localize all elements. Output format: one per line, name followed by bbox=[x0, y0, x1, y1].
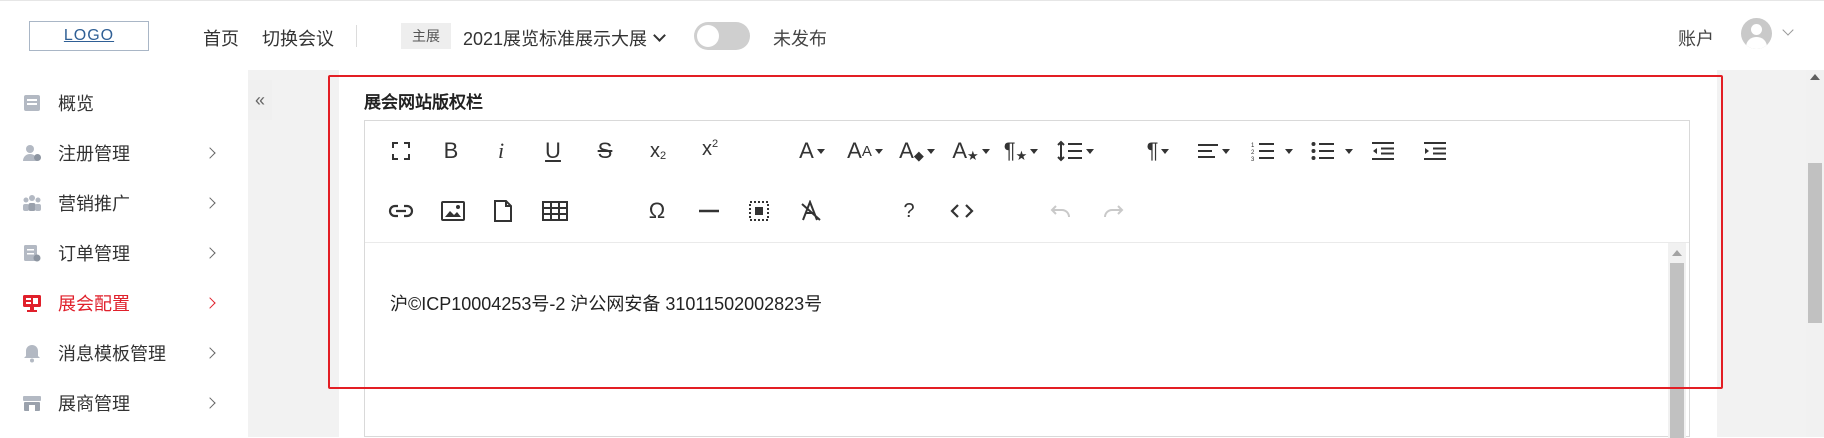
user-reg-icon bbox=[23, 145, 41, 161]
sidebar-item-label: 展会配置 bbox=[58, 294, 130, 314]
scroll-up-arrow-icon[interactable] bbox=[1672, 250, 1682, 256]
table-icon[interactable] bbox=[541, 196, 569, 226]
chevron-down-icon[interactable] bbox=[1782, 24, 1794, 36]
marketing-icon bbox=[23, 195, 41, 211]
sidebar-item-label: 营销推广 bbox=[58, 194, 130, 214]
nav-divider bbox=[356, 25, 357, 47]
nav-home-link[interactable]: 首页 bbox=[203, 25, 239, 51]
chevron-right-icon bbox=[204, 197, 216, 209]
nav-switch-meeting-link[interactable]: 切换会议 bbox=[262, 25, 334, 51]
bell-icon bbox=[24, 345, 40, 363]
store-icon bbox=[23, 396, 41, 411]
chevron-down-icon bbox=[653, 29, 666, 42]
align-dropdown[interactable] bbox=[1191, 136, 1235, 166]
sidebar-item-label: 展商管理 bbox=[58, 394, 130, 414]
sidebar-item-label: 消息模板管理 bbox=[58, 344, 166, 364]
sidebar-item-expo-config[interactable]: 展会配置 bbox=[0, 278, 248, 328]
chevron-right-icon bbox=[204, 297, 216, 309]
code-view-icon[interactable] bbox=[947, 196, 977, 226]
horizontal-line-icon[interactable] bbox=[695, 196, 723, 226]
help-icon[interactable]: ? bbox=[895, 196, 923, 226]
file-icon[interactable] bbox=[491, 196, 515, 226]
underline-icon[interactable]: U bbox=[541, 136, 565, 166]
publish-status: 未发布 bbox=[773, 29, 827, 49]
ordered-list-dropdown[interactable]: 123 bbox=[1247, 136, 1297, 166]
sidebar-item-orders[interactable]: 订单管理 bbox=[0, 228, 248, 278]
logo[interactable]: LOGO bbox=[29, 21, 149, 51]
scroll-up-arrow-icon[interactable] bbox=[1810, 74, 1820, 80]
sidebar-item-registration[interactable]: 注册管理 bbox=[0, 128, 248, 178]
unordered-list-dropdown[interactable] bbox=[1307, 136, 1357, 166]
indent-icon[interactable] bbox=[1421, 136, 1449, 166]
sidebar-item-label: 注册管理 bbox=[58, 144, 130, 164]
rich-text-editor: B i U S x2 x2 A AA A ◆ A ★ ¶ ★ ¶ 123 Ω ? bbox=[364, 120, 1690, 438]
sidebar-item-message-templates[interactable]: 消息模板管理 bbox=[0, 328, 248, 378]
publish-toggle[interactable] bbox=[694, 22, 750, 50]
highlight-color-dropdown[interactable]: A ★ bbox=[949, 136, 993, 166]
section-title: 展会网站版权栏 bbox=[364, 93, 483, 112]
undo-icon[interactable] bbox=[1047, 196, 1075, 226]
font-family-dropdown[interactable]: A bbox=[793, 136, 831, 166]
order-icon bbox=[24, 245, 41, 262]
chevron-right-icon bbox=[204, 397, 216, 409]
strikethrough-icon[interactable]: S bbox=[593, 136, 617, 166]
paragraph-style-dropdown[interactable]: ¶ ★ bbox=[999, 136, 1043, 166]
top-header: LOGO 首页 切换会议 主展 2021展览标准展示大展 未发布 账户 bbox=[0, 0, 1824, 70]
expo-name: 2021展览标准展示大展 bbox=[463, 29, 648, 49]
text-color-dropdown[interactable]: A ◆ bbox=[895, 136, 939, 166]
select-all-icon[interactable] bbox=[745, 196, 773, 226]
copyright-text[interactable]: 沪©ICP10004253号-2 沪公网安备 31011502002823号 bbox=[390, 290, 822, 316]
outdent-icon[interactable] bbox=[1369, 136, 1397, 166]
avatar-icon[interactable] bbox=[1741, 18, 1772, 49]
page-scrollbar-thumb[interactable] bbox=[1808, 163, 1822, 323]
subscript-icon[interactable]: x2 bbox=[643, 136, 673, 166]
chevron-right-icon bbox=[204, 347, 216, 359]
fullscreen-icon[interactable] bbox=[389, 136, 413, 166]
image-icon[interactable] bbox=[439, 196, 467, 226]
redo-icon[interactable] bbox=[1099, 196, 1127, 226]
svg-text:3: 3 bbox=[1251, 157, 1255, 161]
special-characters-icon[interactable]: Ω bbox=[643, 196, 671, 226]
sidebar: 概览 注册管理 营销推广 订单管理 展会配置 消息模板管理 展商管理 bbox=[0, 70, 248, 437]
overview-icon bbox=[24, 95, 40, 111]
editor-scrollbar-thumb[interactable] bbox=[1670, 263, 1684, 438]
svg-text:1: 1 bbox=[1251, 143, 1255, 149]
line-height-dropdown[interactable] bbox=[1053, 136, 1097, 166]
collapse-sidebar-button[interactable]: « bbox=[248, 80, 272, 120]
account-link[interactable]: 账户 bbox=[1678, 25, 1714, 51]
editor-content-area[interactable] bbox=[365, 243, 1665, 438]
monitor-config-icon bbox=[23, 295, 41, 312]
link-icon[interactable] bbox=[387, 196, 415, 226]
toggle-knob bbox=[697, 25, 719, 47]
italic-icon[interactable]: i bbox=[489, 136, 513, 166]
sidebar-item-label: 概览 bbox=[58, 94, 94, 114]
chevron-right-icon bbox=[204, 247, 216, 259]
bold-icon[interactable]: B bbox=[439, 136, 463, 166]
font-size-dropdown[interactable]: AA bbox=[843, 136, 887, 166]
paragraph-format-dropdown[interactable]: ¶ bbox=[1139, 136, 1177, 166]
sidebar-item-exhibitors[interactable]: 展商管理 bbox=[0, 378, 248, 428]
main-expo-tag: 主展 bbox=[401, 23, 451, 49]
sidebar-item-overview[interactable]: 概览 bbox=[0, 78, 248, 128]
sidebar-item-marketing[interactable]: 营销推广 bbox=[0, 178, 248, 228]
clear-formatting-icon[interactable] bbox=[797, 196, 825, 226]
sidebar-item-label: 订单管理 bbox=[58, 244, 130, 264]
chevron-right-icon bbox=[204, 147, 216, 159]
svg-text:2: 2 bbox=[1251, 150, 1255, 156]
editor-toolbar: B i U S x2 x2 A AA A ◆ A ★ ¶ ★ ¶ 123 Ω ? bbox=[365, 121, 1689, 243]
expo-selector[interactable]: 2021展览标准展示大展 bbox=[463, 25, 666, 51]
superscript-icon[interactable]: x2 bbox=[695, 134, 725, 164]
